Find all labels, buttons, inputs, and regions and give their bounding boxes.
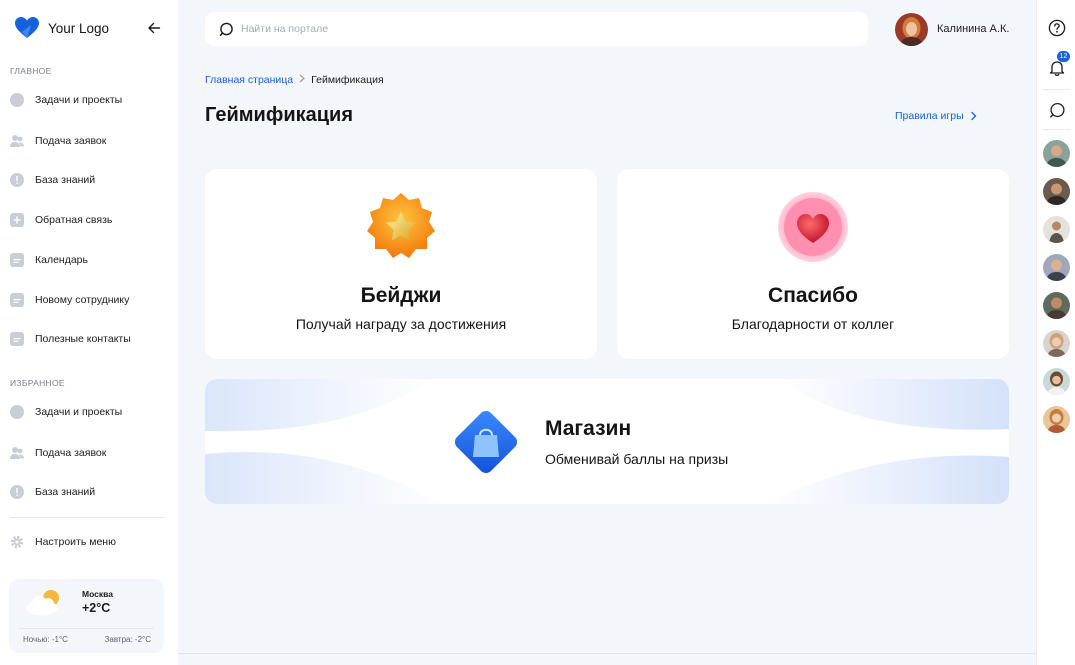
contact-avatar[interactable] [1043,330,1070,357]
heart-logo-icon [14,16,40,40]
sidebar-item-label: База знаний [35,486,96,498]
help-button[interactable] [1046,17,1068,39]
search-icon [219,22,233,36]
info-icon [10,173,24,187]
contact-avatar[interactable] [1043,292,1070,319]
sidebar-favorite-tasks[interactable]: Задачи и проекты [10,401,170,423]
sidebar-item-knowledge[interactable]: База знаний [10,169,170,191]
shop-banner[interactable]: Магазин Обменивай баллы на призы [205,379,1009,504]
notification-count-badge: 12 [1057,51,1070,62]
contact-avatar[interactable] [1043,216,1070,243]
thanks-title: Спасибо [768,284,858,307]
right-rail: 12 [1036,0,1075,665]
rail-search-button[interactable] [1046,99,1068,121]
sidebar-item-label: Подача заявок [35,447,107,459]
contact-avatar[interactable] [1043,254,1070,281]
sidebar-item-label: Обратная связь [35,214,113,226]
badges-subtitle: Получай награду за достижения [295,316,507,332]
sidebar-item-new-employee[interactable]: Новому сотруднику [10,289,170,311]
sidebar-item-tasks[interactable]: Задачи и проекты [10,89,170,111]
sidebar-divider [10,517,165,518]
gear-icon [10,535,24,549]
rocket-icon [10,93,24,107]
contact-avatar[interactable] [1043,178,1070,205]
rocket-icon [10,405,24,419]
contact-avatar[interactable] [1043,140,1070,167]
sidebar-favorite-requests[interactable]: Подача заявок [10,442,170,464]
logo-text: Your Logo [48,20,110,36]
sidebar-item-calendar[interactable]: Календарь [10,249,170,271]
badges-card[interactable]: Бейджи Получай награду за достижения [205,169,597,359]
shopping-bag-icon [454,410,518,474]
sidebar: Your Logo ГЛАВНОЕ Задачи и проекты Подач… [0,0,178,665]
game-rules-link[interactable]: Правила игры [895,110,978,122]
users-icon [10,446,24,460]
section-label-main: ГЛАВНОЕ [10,66,52,76]
shop-background-waves [205,379,1009,504]
document-icon [10,253,24,267]
search-bar [205,12,868,46]
breadcrumb: Главная страница Геймификация [205,74,384,86]
cloud-sun-icon [26,590,59,616]
weather-divider [19,628,154,629]
sidebar-item-label: Полезные контакты [35,333,131,345]
breadcrumb-home-link[interactable]: Главная страница [205,74,293,86]
thanks-card[interactable]: Спасибо Благодарности от коллег [617,169,1009,359]
sidebar-item-label: Задачи и проекты [35,94,123,106]
sidebar-item-feedback[interactable]: Обратная связь [10,209,170,231]
badges-title: Бейджи [360,284,442,307]
customize-menu-label: Настроить меню [35,536,116,548]
notifications-button[interactable]: 12 [1046,51,1070,79]
shop-title: Магазин [545,417,632,440]
thanks-subtitle: Благодарности от коллег [731,316,895,332]
document-icon [10,293,24,307]
sidebar-item-label: База знаний [35,174,96,186]
search-input[interactable] [241,23,841,35]
weather-widget: Москва +2°C Ночью: -1°C Завтра: -2°C [9,579,164,653]
search-icon [1049,102,1065,118]
contact-avatar[interactable] [1043,368,1070,395]
sidebar-favorite-knowledge[interactable]: База знаний [10,481,170,503]
sidebar-item-label: Новому сотруднику [35,294,130,306]
contact-avatar[interactable] [1043,406,1070,433]
section-label-favorites: ИЗБРАННОЕ [10,378,65,388]
page-title: Геймификация [205,104,354,126]
chevron-right-icon [299,74,306,86]
plus-square-icon [10,213,24,227]
document-icon [10,332,24,346]
shop-subtitle: Обменивай баллы на призы [545,451,729,467]
weather-tomorrow: Завтра: -2°C [104,635,151,644]
game-rules-label: Правила игры [895,110,964,122]
collapse-sidebar-button[interactable] [144,18,164,38]
weather-city: Москва [82,589,113,599]
logo[interactable]: Your Logo [14,16,164,40]
rail-divider [1043,129,1071,130]
info-icon [10,485,24,499]
avatar [895,12,928,46]
sidebar-item-label: Задачи и проекты [35,406,123,418]
breadcrumb-current: Геймификация [311,74,384,86]
badge-star-icon [367,193,435,258]
sidebar-item-label: Подача заявок [35,135,107,147]
customize-menu-button[interactable]: Настроить меню [10,531,170,553]
weather-temperature: +2°C [82,601,111,615]
chevron-right-icon [970,111,977,121]
sidebar-item-label: Календарь [35,254,88,266]
heart-icon [778,192,848,262]
user-profile[interactable]: Калинина А.К. [895,12,1009,46]
sidebar-item-contacts[interactable]: Полезные контакты [10,328,170,350]
users-icon [10,134,24,148]
arrow-left-icon [148,22,161,34]
footer-divider [178,653,1036,654]
weather-night: Ночью: -1°C [23,635,68,644]
sidebar-item-requests[interactable]: Подача заявок [10,130,170,152]
rail-divider [1043,89,1071,90]
user-name: Калинина А.К. [937,23,1010,35]
help-icon [1048,19,1066,37]
